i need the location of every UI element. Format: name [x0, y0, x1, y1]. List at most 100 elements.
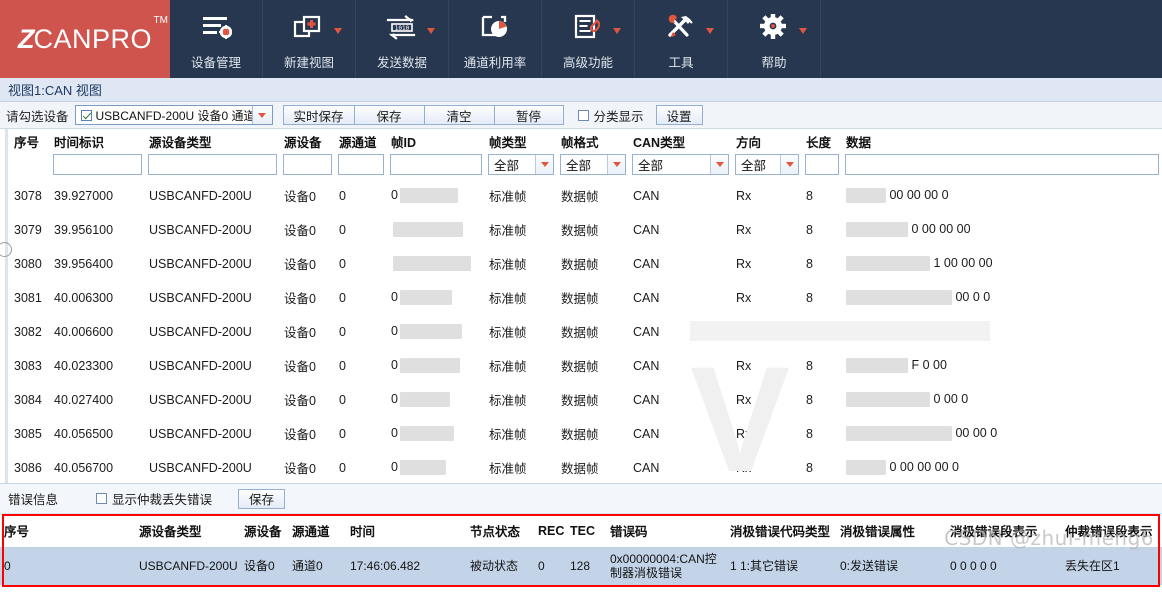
error-cell-channel: 通道0 [288, 547, 346, 585]
cell-devtype: USBCANFD-200U [145, 314, 280, 349]
toolbar-item-help[interactable]: 帮助 [728, 0, 821, 78]
cell-devtype: USBCANFD-200U [145, 450, 280, 483]
save-button[interactable]: 保存 [353, 105, 424, 125]
chevron-down-icon[interactable] [607, 155, 625, 174]
view-title-bar: 视图1:CAN 视图 [0, 78, 1162, 102]
classify-display-checkbox-wrap[interactable]: 分类显示 [577, 106, 644, 125]
cell-frametype: 标准帧 [485, 246, 557, 281]
cell-frameform: 数据帧 [557, 416, 629, 451]
err-col-seq: 序号 [0, 514, 135, 547]
pause-button[interactable]: 暂停 [493, 105, 564, 125]
cell-time: 39.956400 [50, 246, 145, 281]
chevron-down-icon[interactable] [780, 155, 798, 174]
settings-button[interactable]: 设置 [655, 105, 703, 125]
view-control-bar: 请勾选设备 USBCANFD-200U 设备0 通道0 实时保存 保存 清空 暂… [0, 102, 1162, 129]
chevron-down-icon[interactable] [427, 28, 435, 34]
chevron-down-icon[interactable] [251, 106, 272, 124]
error-cell-passtype: 1 1:其它错误 [726, 547, 836, 585]
cell-len: 8 [802, 212, 842, 247]
error-save-button[interactable]: 保存 [238, 488, 286, 509]
table-row[interactable]: 3082 40.006600 USBCANFD-200U 设备0 0 0 标准帧 数据帧 CAN… [0, 314, 1162, 349]
show-arbitration-checkbox-wrap[interactable]: 显示仲裁丢失错误 [96, 489, 212, 508]
realtime-save-button[interactable]: 实时保存 [282, 105, 354, 125]
table-row[interactable]: 3083 40.023300 USBCANFD-200U 设备0 0 0 标准帧 数据帧 CAN… [0, 348, 1162, 383]
cell-dir: Rx [732, 246, 802, 281]
chevron-down-icon[interactable] [535, 155, 553, 174]
table-row[interactable]: 3079 39.956100 USBCANFD-200U 设备0 0 标准帧 数据帧 CAN R… [0, 212, 1162, 247]
table-row[interactable]: 3086 40.056700 USBCANFD-200U 设备0 0 0 标准帧 数据帧 CAN… [0, 450, 1162, 483]
toolbar-item-advanced[interactable]: 高级功能 [542, 0, 635, 78]
filter-channel-input[interactable] [338, 154, 384, 175]
filter-frameid-input[interactable] [390, 154, 482, 175]
col-header-length: 长度 [802, 129, 842, 153]
cell-channel: 0 [335, 246, 387, 281]
toolbar-item-tools[interactable]: 工具 [635, 0, 728, 78]
redacted-frame-id [399, 324, 462, 340]
filter-direction-cell: 全部 [732, 153, 802, 179]
filter-data-input[interactable] [845, 154, 1159, 175]
cell-cantype: CAN [629, 280, 732, 315]
chevron-down-icon[interactable] [334, 28, 342, 34]
cell-device: 设备0 [280, 280, 335, 315]
toolbar-item-send-data[interactable]: 1010 发送数据 [356, 0, 449, 78]
clear-button[interactable]: 清空 [423, 105, 494, 125]
col-header-channel: 源通道 [335, 129, 387, 153]
cell-frameid: 0 [387, 348, 485, 383]
cell-cantype: CAN [629, 416, 732, 451]
toolbar-item-device-manage[interactable]: 设备管理 [170, 0, 263, 78]
cell-device: 设备0 [280, 416, 335, 451]
error-table-row[interactable]: 0 USBCANFD-200U 设备0 通道0 17:46:06.482 被动状态 0 128… [0, 547, 1162, 585]
table-row[interactable]: 3078 39.927000 USBCANFD-200U 设备0 0 0 标准帧 数据帧 CAN… [0, 178, 1162, 213]
vertical-scrollbar[interactable] [5, 129, 8, 483]
cell-frameid: 0 [387, 314, 485, 349]
filter-length-input[interactable] [805, 154, 839, 175]
filter-time-input[interactable] [53, 154, 142, 175]
cell-frameid [387, 246, 485, 281]
filter-frameform-select[interactable]: 全部 [560, 154, 626, 175]
chevron-down-icon[interactable] [706, 28, 714, 34]
filter-direction-select[interactable]: 全部 [735, 154, 799, 175]
chevron-down-icon[interactable] [799, 28, 807, 34]
cell-time: 40.056700 [50, 450, 145, 483]
filter-cantype-select[interactable]: 全部 [632, 154, 729, 175]
cell-data: 00 00 0 [842, 416, 1162, 451]
redacted-data-prefix [846, 392, 930, 408]
filter-frametype-select[interactable]: 全部 [488, 154, 554, 175]
chevron-down-icon[interactable] [613, 28, 621, 34]
chevron-down-icon[interactable] [710, 155, 728, 174]
classify-display-checkbox[interactable] [577, 109, 589, 121]
cell-device: 设备0 [280, 382, 335, 417]
cell-frametype: 标准帧 [485, 450, 557, 483]
cell-time: 40.056500 [50, 416, 145, 451]
cell-len: 8 [802, 280, 842, 315]
cell-cantype: CAN [629, 450, 732, 483]
toolbar-item-channel-usage[interactable]: 通道利用率 [449, 0, 542, 78]
cell-dir: Rx [732, 450, 802, 483]
device-checkbox[interactable] [80, 109, 92, 121]
toolbar-item-new-view[interactable]: 新建视图 [263, 0, 356, 78]
cell-devtype: USBCANFD-200U [145, 416, 280, 451]
cell-frameid: 0 [387, 178, 485, 213]
cell-frametype: 标准帧 [485, 348, 557, 383]
device-select-combo[interactable]: USBCANFD-200U 设备0 通道0 [74, 105, 273, 125]
tools-icon [665, 11, 697, 45]
filter-device-input[interactable] [283, 154, 332, 175]
filter-length-cell [802, 153, 842, 179]
cell-data: 1 00 00 00 [842, 246, 1162, 281]
cell-dir: Rx [732, 178, 802, 213]
classify-display-label: 分类显示 [593, 109, 644, 124]
svg-text:1010: 1010 [395, 25, 410, 32]
table-row[interactable]: 3081 40.006300 USBCANFD-200U 设备0 0 0 标准帧 数据帧 CAN… [0, 280, 1162, 315]
cell-channel: 0 [335, 416, 387, 451]
error-cell-arbseg: 丢失在区1 [1061, 547, 1162, 585]
table-row[interactable]: 3080 39.956400 USBCANFD-200U 设备0 0 标准帧 数据帧 CAN R… [0, 246, 1162, 281]
cell-channel: 0 [335, 212, 387, 247]
table-row[interactable]: 3084 40.027400 USBCANFD-200U 设备0 0 0 标准帧 数据帧 CAN… [0, 382, 1162, 417]
table-row[interactable]: 3085 40.056500 USBCANFD-200U 设备0 0 0 标准帧 数据帧 CAN… [0, 416, 1162, 451]
redacted-frame-id [399, 426, 454, 442]
brand-z-letter: Z [17, 23, 34, 54]
show-arbitration-checkbox[interactable] [96, 493, 108, 504]
filter-devtype-input[interactable] [148, 154, 277, 175]
redacted-data-prefix [846, 188, 886, 204]
cell-len: 8 [802, 314, 842, 349]
